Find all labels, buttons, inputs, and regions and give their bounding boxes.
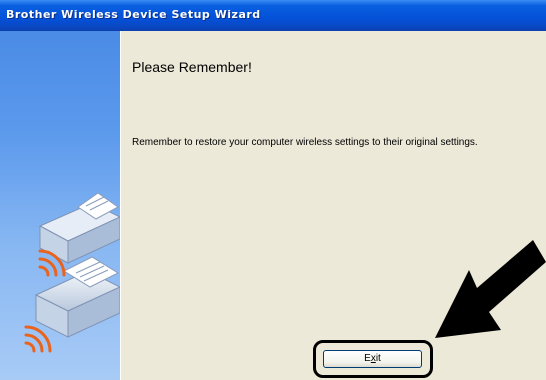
exit-button[interactable]: Exit: [323, 350, 422, 368]
page-heading: Please Remember!: [132, 59, 252, 75]
printer-illustration: [24, 192, 120, 353]
arrow-icon: [435, 240, 546, 338]
printer-icon: [34, 256, 120, 338]
sidebar-banner: [0, 31, 120, 380]
exit-label-end: it: [375, 353, 381, 364]
exit-highlight: Exit: [313, 340, 433, 378]
exit-label-start: E: [364, 353, 371, 364]
title-bar[interactable]: Brother Wireless Device Setup Wizard: [0, 0, 546, 31]
wizard-window: Brother Wireless Device Setup Wizard Ple…: [0, 0, 546, 380]
window-title: Brother Wireless Device Setup Wizard: [6, 8, 261, 21]
reminder-message: Remember to restore your computer wirele…: [132, 137, 478, 148]
wireless-signal-icon: [24, 325, 52, 353]
